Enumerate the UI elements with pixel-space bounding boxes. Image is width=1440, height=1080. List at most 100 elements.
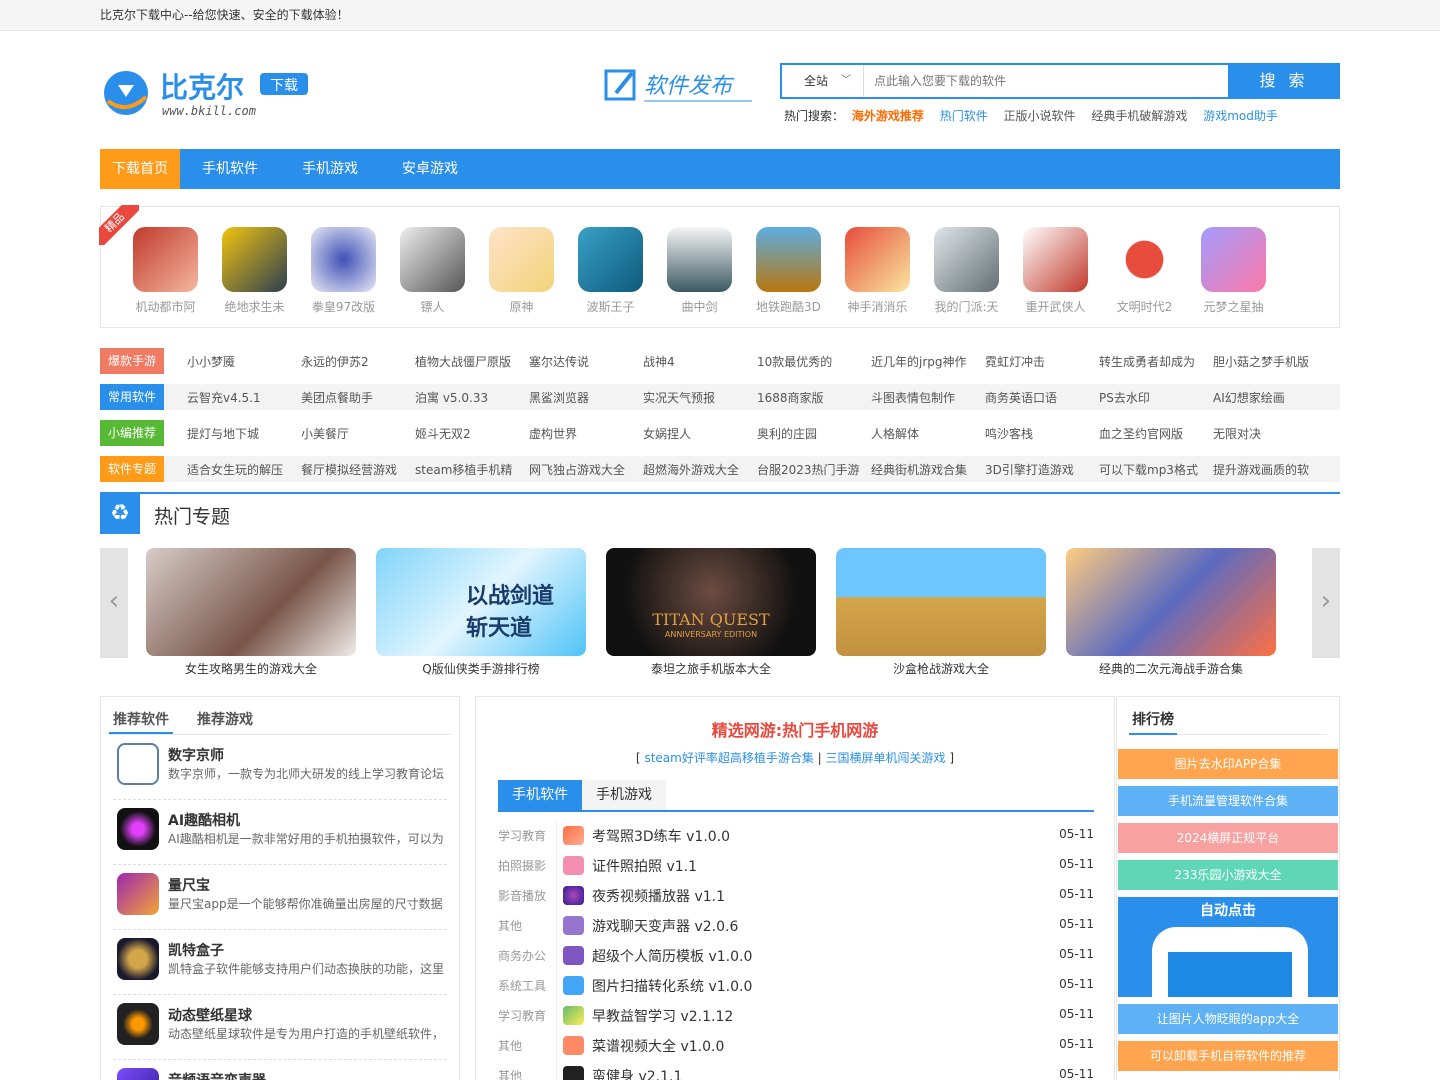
list-item[interactable]: 量尺宝 量尺宝app是一个能够帮你准确量出房屋的尺寸数据 <box>113 865 447 930</box>
category-link[interactable]: PS去水印 <box>1099 389 1213 406</box>
category-link[interactable]: 3D引擎打造游戏 <box>985 461 1099 478</box>
search-button[interactable]: 搜 索 <box>1228 63 1340 99</box>
topic-card[interactable]: TITAN QUEST ANNIVERSARY EDITION 泰坦之旅手机版本… <box>606 548 816 677</box>
list-item[interactable]: 动态壁纸星球 动态壁纸星球软件是专为用户打造的手机壁纸软件， <box>113 995 447 1060</box>
category-link[interactable]: 女娲捏人 <box>643 425 757 442</box>
table-row[interactable]: 其他 蛮健身 v2.1.1 05-11 <box>498 1060 1094 1080</box>
category-link[interactable]: 提灯与地下城 <box>187 425 301 442</box>
category-link[interactable]: 商务英语口语 <box>985 389 1099 406</box>
ranking-button[interactable]: 图片去水印APP合集 <box>1118 749 1338 779</box>
category-link[interactable]: 塞尔达传说 <box>529 353 643 370</box>
category-link[interactable]: 胆小菇之梦手机版 <box>1213 353 1327 370</box>
hot-search-item[interactable]: 经典手机破解游戏 <box>1091 109 1187 123</box>
tab-recommend-games[interactable]: 推荐游戏 <box>193 707 257 734</box>
category-link[interactable]: 美团点餐助手 <box>301 389 415 406</box>
category-link[interactable]: 奥利的庄园 <box>757 425 871 442</box>
ranking-button[interactable]: 让图片人物眨眼的app大全 <box>1118 1004 1338 1034</box>
category-link[interactable]: 实况天气预报 <box>643 389 757 406</box>
site-logo[interactable]: 比克尔 下载 www.bkill.com <box>100 67 310 119</box>
category-link[interactable]: 姬斗无双2 <box>415 425 529 442</box>
list-item[interactable]: AI趣酷相机 AI趣酷相机是一款非常好用的手机拍摄软件，可以为 <box>113 800 447 865</box>
featured-item[interactable]: 波斯王子 <box>566 227 655 327</box>
ranking-button[interactable]: 可以卸载手机自带软件的推荐 <box>1118 1041 1338 1071</box>
carousel-next-button[interactable]: › <box>1312 548 1340 658</box>
list-item[interactable]: 音频语音变声器 <box>113 1060 447 1080</box>
carousel-prev-button[interactable]: ‹ <box>100 548 128 658</box>
category-link[interactable]: 虚构世界 <box>529 425 643 442</box>
category-link[interactable]: 适合女生玩的解压 <box>187 461 301 478</box>
panel-link[interactable]: steam好评率超高移植手游合集 <box>644 751 813 765</box>
category-link[interactable]: AI幻想家绘画 <box>1213 389 1327 406</box>
table-row[interactable]: 其他 菜谱视频大全 v1.0.0 05-11 <box>498 1030 1094 1060</box>
category-link[interactable]: 餐厅模拟经营游戏 <box>301 461 415 478</box>
table-row[interactable]: 影音播放 夜秀视频播放器 v1.1 05-11 <box>498 880 1094 910</box>
category-link[interactable]: 泊寓 v5.0.33 <box>415 389 529 406</box>
hot-search-item[interactable]: 游戏mod助手 <box>1203 109 1278 123</box>
category-link[interactable]: 战神4 <box>643 353 757 370</box>
tab-mobile-software[interactable]: 手机软件 <box>498 780 582 810</box>
topic-card[interactable]: 沙盒枪战游戏大全 <box>836 548 1046 677</box>
featured-item[interactable]: 拳皇97改版 <box>299 227 388 327</box>
table-row[interactable]: 其他 游戏聊天变声器 v2.0.6 05-11 <box>498 910 1094 940</box>
category-link[interactable]: 小美餐厅 <box>301 425 415 442</box>
category-link[interactable]: 近几年的jrpg神作 <box>871 353 985 370</box>
category-link[interactable]: 斗图表情包制作 <box>871 389 985 406</box>
featured-item[interactable]: 镖人 <box>388 227 477 327</box>
search-input[interactable] <box>874 71 1224 91</box>
ranking-button[interactable]: 2024横屏正规平台 <box>1118 823 1338 853</box>
list-item[interactable]: 数字京师 数字京师，一款专为北师大研发的线上学习教育论坛 <box>113 735 447 800</box>
category-link[interactable]: 人格解体 <box>871 425 985 442</box>
featured-item[interactable]: 神手消消乐 <box>833 227 922 327</box>
table-row[interactable]: 学习教育 考驾照3D练车 v1.0.0 05-11 <box>498 820 1094 850</box>
hot-search-item[interactable]: 海外游戏推荐 <box>852 109 924 123</box>
category-link[interactable]: 转生成勇者却成为 <box>1099 353 1213 370</box>
table-row[interactable]: 学习教育 早教益智学习 v2.1.12 05-11 <box>498 1000 1094 1030</box>
category-link[interactable]: 台服2023热门手游 <box>757 461 871 478</box>
hot-search-item[interactable]: 正版小说软件 <box>1004 109 1076 123</box>
category-link[interactable]: 云智充v4.5.1 <box>187 389 301 406</box>
category-link[interactable]: 霓虹灯冲击 <box>985 353 1099 370</box>
category-link[interactable]: 黑鲨浏览器 <box>529 389 643 406</box>
category-link[interactable]: steam移植手机精 <box>415 461 529 478</box>
category-link[interactable]: 植物大战僵尸原版 <box>415 353 529 370</box>
featured-item[interactable]: 原神 <box>477 227 566 327</box>
featured-item[interactable]: 曲中剑 <box>655 227 744 327</box>
category-link[interactable]: 无限对决 <box>1213 425 1327 442</box>
topic-card[interactable]: 女生攻略男生的游戏大全 <box>146 548 356 677</box>
table-row[interactable]: 商务办公 超级个人简历模板 v1.0.0 05-11 <box>498 940 1094 970</box>
featured-item[interactable]: 我的门派:天 <box>922 227 1011 327</box>
ranking-button[interactable]: 手机流量管理软件合集 <box>1118 786 1338 816</box>
ranking-button[interactable]: 233乐园小游戏大全 <box>1118 860 1338 890</box>
category-link[interactable]: 血之圣约官网版 <box>1099 425 1213 442</box>
category-link[interactable]: 永远的伊苏2 <box>301 353 415 370</box>
featured-item[interactable]: 绝地求生未 <box>210 227 299 327</box>
category-link[interactable]: 可以下载mp3格式 <box>1099 461 1213 478</box>
category-link[interactable]: 超燃海外游戏大全 <box>643 461 757 478</box>
table-row[interactable]: 系统工具 图片扫描转化系统 v1.0.0 05-11 <box>498 970 1094 1000</box>
category-link[interactable]: 小小梦魇 <box>187 353 301 370</box>
featured-item[interactable]: 地铁跑酷3D <box>744 227 833 327</box>
featured-item[interactable]: 元梦之星抽 <box>1189 227 1278 327</box>
panel-link[interactable]: 三国横屏单机闯关游戏 <box>826 751 946 765</box>
category-link[interactable]: 10款最优秀的 <box>757 353 871 370</box>
nav-android-games[interactable]: 安卓游戏 <box>380 149 480 189</box>
category-link[interactable]: 1688商家版 <box>757 389 871 406</box>
tab-mobile-games[interactable]: 手机游戏 <box>582 780 666 810</box>
tab-recommend-software[interactable]: 推荐软件 <box>109 707 173 734</box>
category-link[interactable]: 网飞独占游戏大全 <box>529 461 643 478</box>
nav-mobile-software[interactable]: 手机软件 <box>180 149 280 189</box>
ad-banner[interactable]: 自动点击 <box>1118 897 1338 997</box>
nav-mobile-games[interactable]: 手机游戏 <box>280 149 380 189</box>
nav-home[interactable]: 下载首页 <box>100 149 180 189</box>
list-item[interactable]: 凯特盒子 凯特盒子软件能够支持用户们动态换肤的功能，这里 <box>113 930 447 995</box>
featured-item[interactable]: 重开武侠人 <box>1011 227 1100 327</box>
topic-card[interactable]: 以战剑道 斩天道 Q版仙侠类手游排行榜 <box>376 548 586 677</box>
category-link[interactable]: 鸣沙客栈 <box>985 425 1099 442</box>
category-link[interactable]: 提升游戏画质的软 <box>1213 461 1327 478</box>
publish-link[interactable]: 软件发布 <box>602 65 762 105</box>
search-scope-select[interactable]: 全站 ﹀ <box>782 65 864 97</box>
featured-item[interactable]: 文明时代2 <box>1100 227 1189 327</box>
hot-search-item[interactable]: 热门软件 <box>940 109 988 123</box>
table-row[interactable]: 拍照摄影 证件照拍照 v1.1 05-11 <box>498 850 1094 880</box>
topic-card[interactable]: 经典的二次元海战手游合集 <box>1066 548 1276 677</box>
